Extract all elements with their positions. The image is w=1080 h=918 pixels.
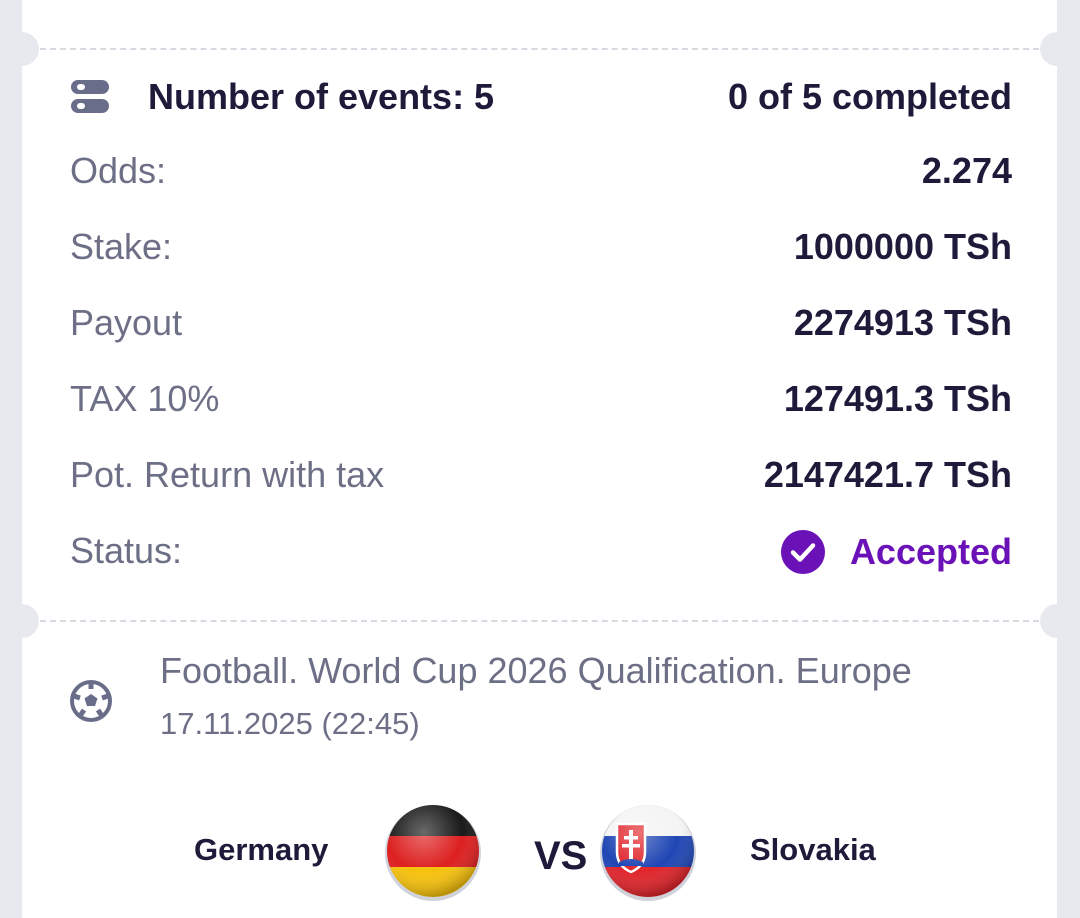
stake-value: 1000000 TSh <box>793 226 1012 267</box>
status-row: Status: Accepted <box>70 528 1012 576</box>
completed-count-label: 0 of 5 completed <box>727 76 1012 117</box>
league-title: Football. World Cup 2026 Qualification. … <box>160 650 912 691</box>
bet-summary-header: Number of events: 5 0 of 5 completed <box>70 72 1012 122</box>
check-circle-icon <box>780 530 825 574</box>
football-icon <box>70 680 112 722</box>
ticket-notch-left <box>5 32 39 66</box>
status-value: Accepted <box>849 531 1012 572</box>
ticket-top-strip <box>22 0 1057 48</box>
slovakia-flag-icon <box>600 805 696 901</box>
pot-return-value: 2147421.7 TSh <box>763 454 1012 495</box>
pot-return-label: Pot. Return with tax <box>70 454 385 495</box>
ticket-notch-right <box>1040 32 1074 66</box>
versus-label: VS <box>534 834 588 878</box>
event-datetime: 17.11.2025 (22:45) <box>160 706 420 741</box>
odds-row: Odds: 2.274 <box>70 148 1012 196</box>
events-list-icon <box>71 80 109 113</box>
odds-label: Odds: <box>70 150 167 191</box>
stake-row: Stake: 1000000 TSh <box>70 224 1012 272</box>
events-count-label: Number of events: 5 <box>148 76 495 117</box>
event-header: Football. World Cup 2026 Qualification. … <box>70 650 1012 760</box>
payout-label: Payout <box>70 302 183 343</box>
ticket-notch-right <box>1040 604 1074 638</box>
tax-value: 127491.3 TSh <box>783 378 1012 419</box>
ticket-separator <box>40 620 1039 622</box>
status-badge: Accepted <box>780 528 1012 576</box>
pot-return-row: Pot. Return with tax 2147421.7 TSh <box>70 452 1012 500</box>
home-team-name: Germany <box>194 832 329 867</box>
odds-value: 2.274 <box>921 150 1012 191</box>
away-team-name: Slovakia <box>750 832 876 867</box>
payout-value: 2274913 TSh <box>793 302 1012 343</box>
payout-row: Payout 2274913 TSh <box>70 300 1012 348</box>
bet-ticket-card: Number of events: 5 0 of 5 completed Odd… <box>5 0 1074 918</box>
tax-row: TAX 10% 127491.3 TSh <box>70 376 1012 424</box>
ticket-separator <box>40 48 1039 50</box>
ticket-notch-left <box>5 604 39 638</box>
status-label: Status: <box>70 530 183 571</box>
tax-label: TAX 10% <box>70 378 220 419</box>
stake-label: Stake: <box>70 226 173 267</box>
germany-flag-icon <box>385 805 481 901</box>
